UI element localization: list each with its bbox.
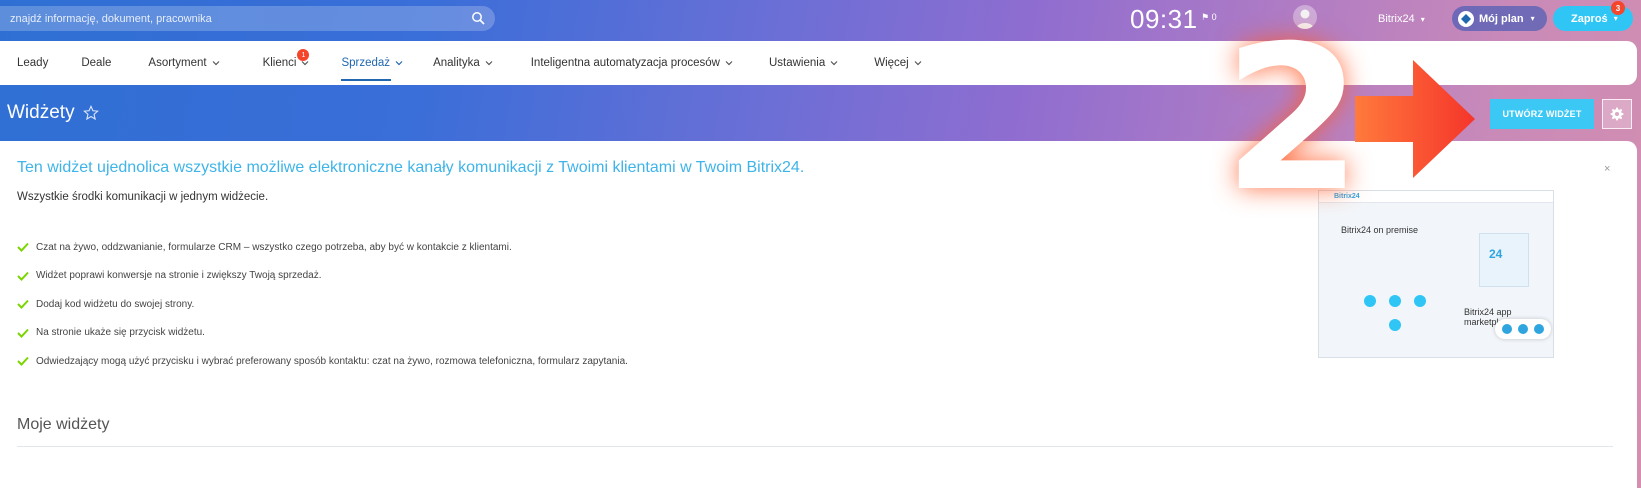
nav-item-label: Klienci xyxy=(262,57,297,69)
phone-icon xyxy=(1518,324,1528,334)
check-icon xyxy=(17,328,29,338)
preview-widget-button xyxy=(1495,319,1551,339)
nav-item-analityka[interactable]: Analityka xyxy=(433,41,493,85)
nav-item-label: Leady xyxy=(17,57,49,69)
list-item: Dodaj kod widżetu do swojej strony. xyxy=(17,290,628,319)
chevron-down-icon: ▾ xyxy=(1530,14,1535,23)
preview-app-icon xyxy=(1389,319,1401,331)
preview-box xyxy=(1479,233,1529,287)
chevron-down-icon xyxy=(395,61,403,66)
top-bar: 09:31 ⚑ 0 Bitrix24 ▾ Mój plan ▾ Zaproś ▾… xyxy=(0,0,1641,38)
chevron-down-icon: ▾ xyxy=(1613,14,1618,23)
list-item: Widżet poprawi konwersje na stronie i zw… xyxy=(17,262,628,291)
list-item: Czat na żywo, oddzwanianie, formularze C… xyxy=(17,233,628,262)
preview-header: Bitrix24 xyxy=(1319,191,1553,203)
nav-item-label: Sprzedaż xyxy=(341,57,391,69)
chevron-down-icon xyxy=(725,61,733,66)
chat-icon xyxy=(1502,324,1512,334)
invite-label: Zaproś xyxy=(1571,12,1608,25)
chevron-down-icon xyxy=(485,61,493,66)
flag-count: 0 xyxy=(1211,12,1217,22)
feature-text: Dodaj kod widżetu do swojej strony. xyxy=(36,298,195,310)
check-icon xyxy=(17,357,29,367)
close-icon[interactable]: × xyxy=(1604,163,1610,175)
user-name: Bitrix24 xyxy=(1378,13,1415,25)
feature-text: Na stronie ukaże się przycisk widżetu. xyxy=(36,327,205,339)
user-menu[interactable]: Bitrix24 ▾ xyxy=(1378,13,1425,25)
nav-item-ustawienia[interactable]: Ustawienia xyxy=(769,41,838,85)
search-icon[interactable] xyxy=(471,11,485,25)
feature-text: Odwiedzający mogą użyć przycisku i wybra… xyxy=(36,355,628,367)
chevron-down-icon xyxy=(914,61,922,66)
list-item: Odwiedzający mogą użyć przycisku i wybra… xyxy=(17,347,628,376)
nav-item-label: Asortyment xyxy=(148,57,207,69)
check-icon xyxy=(17,243,29,253)
plan-icon xyxy=(1458,10,1474,27)
preview-app-icon xyxy=(1364,295,1376,307)
nav-item-label: Deale xyxy=(81,57,112,69)
list-item: Na stronie ukaże się przycisk widżetu. xyxy=(17,319,628,348)
chevron-down-icon xyxy=(830,61,838,66)
search-box[interactable] xyxy=(0,6,495,31)
my-widgets-title: Moje widżety xyxy=(17,416,110,433)
nav-item-wiecej[interactable]: Więcej xyxy=(874,41,922,85)
create-widget-button[interactable]: UTWÓRZ WIDŻET xyxy=(1490,99,1594,129)
page-title: Widżety xyxy=(7,102,75,123)
flag-counter[interactable]: ⚑ 0 xyxy=(1201,12,1217,23)
chevron-down-icon xyxy=(212,61,220,66)
nav-item-label: Inteligentna automatyzacja procesów xyxy=(530,57,720,69)
nav-item-sprzedaz[interactable]: Sprzedaż xyxy=(341,41,403,85)
message-icon xyxy=(1534,324,1544,334)
divider xyxy=(17,446,1613,447)
arrow-right-icon xyxy=(1355,60,1475,178)
step-number-annotation: 2 xyxy=(1223,3,1362,236)
search-input[interactable] xyxy=(10,6,460,31)
chevron-down-icon: ▾ xyxy=(1420,15,1425,24)
plan-label: Mój plan xyxy=(1479,12,1524,25)
nav-item-automatyzacja[interactable]: Inteligentna automatyzacja procesów xyxy=(531,41,733,85)
nav-item-label: Więcej xyxy=(874,57,909,69)
feature-list: Czat na żywo, oddzwanianie, formularze C… xyxy=(17,233,628,376)
preview-app-icon xyxy=(1414,295,1426,307)
page-title-row: Widżety xyxy=(7,102,99,124)
preview-app-icon xyxy=(1389,295,1401,307)
settings-button[interactable] xyxy=(1602,99,1632,129)
intro-heading: Ten widżet ujednolica wszystkie możliwe … xyxy=(17,159,805,176)
nav-item-label: Ustawienia xyxy=(768,57,826,69)
preview-tag: 24 xyxy=(1489,247,1503,261)
intro-subheading: Wszystkie środki komunikacji w jednym wi… xyxy=(17,191,269,203)
check-icon xyxy=(17,271,29,281)
check-icon xyxy=(17,300,29,310)
nav-item-leady[interactable]: Leady xyxy=(17,41,48,85)
clock: 09:31 xyxy=(1130,4,1198,34)
invite-button[interactable]: Zaproś ▾ 3 xyxy=(1553,1,1633,31)
feature-text: Czat na żywo, oddzwanianie, formularze C… xyxy=(36,241,512,253)
nav-item-asortyment[interactable]: Asortyment xyxy=(148,41,220,85)
my-plan-button[interactable]: Mój plan ▾ xyxy=(1452,6,1547,31)
invite-badge: 3 xyxy=(1611,1,1625,15)
flag-icon: ⚑ xyxy=(1201,12,1210,22)
gear-icon xyxy=(1610,107,1624,121)
nav-item-deale[interactable]: Deale xyxy=(81,41,111,85)
feature-text: Widżet poprawi konwersje na stronie i zw… xyxy=(36,270,322,282)
nav-item-klienci[interactable]: Klienci 1 xyxy=(263,41,310,85)
star-icon[interactable] xyxy=(82,105,99,121)
nav-item-label: Analityka xyxy=(433,57,480,69)
